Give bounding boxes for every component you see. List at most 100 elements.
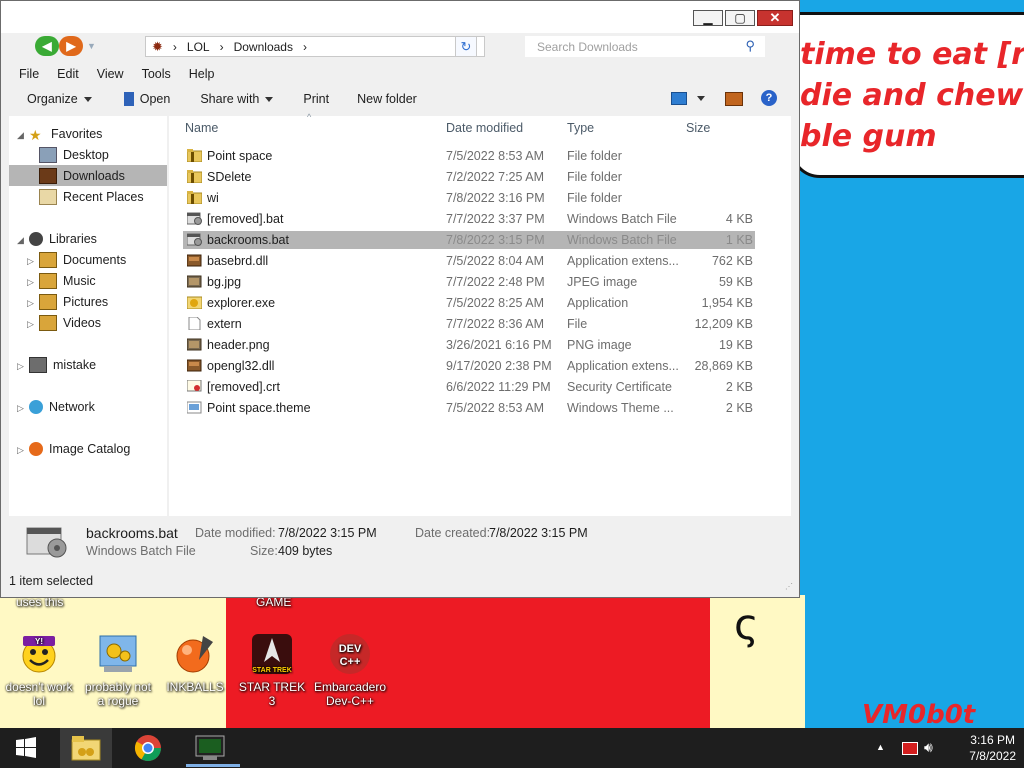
nav-downloads[interactable]: Downloads <box>9 165 167 186</box>
file-row[interactable]: [removed].crt 6/6/2022 11:29 PM Security C… <box>183 378 755 396</box>
file-row[interactable]: Point space 7/5/2022 8:53 AM File folder <box>183 147 755 165</box>
expand-icon[interactable]: ▷ <box>17 361 24 372</box>
file-row[interactable]: SDelete 7/2/2022 7:25 AM File folder <box>183 168 755 186</box>
menu-view[interactable]: View <box>87 67 132 81</box>
expand-icon[interactable]: ▷ <box>27 277 34 288</box>
file-row[interactable]: wi 7/8/2022 3:16 PM File folder <box>183 189 755 207</box>
menu-help[interactable]: Help <box>179 67 223 81</box>
nav-pictures[interactable]: Pictures <box>39 291 108 312</box>
desktop-icon-inkballs[interactable]: INKBALLS <box>157 632 233 694</box>
refresh-button[interactable]: ↻ <box>455 36 477 57</box>
file-date-modified: 9/17/2020 2:38 PM <box>446 359 552 373</box>
address-bar[interactable]: ✹ › LOL › Downloads › ▼ <box>145 36 485 57</box>
close-button[interactable]: ✕ <box>757 10 793 26</box>
start-button[interactable] <box>0 728 52 768</box>
file-type: Windows Batch File <box>567 212 677 226</box>
desktop-icon-star-trek[interactable]: STAR TREK STAR TREK 3 <box>234 632 310 708</box>
nav-mistake[interactable]: mistake <box>29 354 96 375</box>
file-row[interactable]: explorer.exe 7/5/2022 8:25 AM Application 1… <box>183 294 755 312</box>
menu-file[interactable]: File <box>1 67 47 81</box>
maximize-button[interactable]: ▢ <box>725 10 755 26</box>
status-bar-text: 1 item selected <box>9 574 94 588</box>
print-button[interactable]: Print <box>287 92 343 106</box>
show-hidden-icons-icon[interactable]: ▲ <box>876 742 885 752</box>
music-icon <box>39 272 57 289</box>
file-row[interactable]: header.png 3/26/2021 6:16 PM PNG image 19 K… <box>183 336 755 354</box>
expand-icon[interactable]: ▷ <box>17 403 24 414</box>
preview-pane-icon[interactable] <box>725 92 743 106</box>
libraries-icon <box>29 231 43 246</box>
file-row[interactable]: Point space.theme 7/5/2022 8:53 AM Windows… <box>183 399 755 417</box>
expand-icon[interactable]: ▷ <box>27 256 34 267</box>
resize-grip-icon[interactable]: ⋰ <box>785 582 793 591</box>
collapse-icon[interactable]: ◢ <box>17 130 24 141</box>
nav-libraries[interactable]: Libraries <box>29 228 97 249</box>
share-with-button[interactable]: Share with <box>184 92 287 106</box>
view-options-chevron-icon[interactable] <box>697 96 705 101</box>
nav-videos[interactable]: Videos <box>39 312 101 333</box>
taskbar-chrome[interactable] <box>122 728 174 768</box>
nav-recent-places[interactable]: Recent Places <box>39 186 144 207</box>
nav-music[interactable]: Music <box>39 270 96 291</box>
search-input[interactable]: Search Downloads ⚲ <box>525 36 765 57</box>
nav-favorites[interactable]: ★ Favorites <box>29 123 102 144</box>
flag-icon[interactable] <box>902 742 918 755</box>
title-bar[interactable]: ▁ ▢ ✕ <box>1 1 799 33</box>
file-row[interactable]: [removed].bat 7/7/2022 3:37 PM Windows Bat… <box>183 210 755 228</box>
file-date-modified: 7/5/2022 8:25 AM <box>446 296 544 310</box>
forward-arrow-icon[interactable]: ▶ <box>59 36 83 56</box>
taskbar-terminal[interactable] <box>184 728 236 768</box>
column-header-date[interactable]: Date modified <box>446 121 523 135</box>
back-arrow-icon[interactable]: ◀ <box>35 36 59 56</box>
change-view-icon[interactable] <box>671 92 687 105</box>
file-type: Security Certificate <box>567 380 672 394</box>
expand-icon[interactable]: ▷ <box>27 319 34 330</box>
file-type: Windows Theme ... <box>567 401 674 415</box>
menu-tools[interactable]: Tools <box>132 67 179 81</box>
file-row[interactable]: bg.jpg 7/7/2022 2:48 PM JPEG image 59 KB <box>183 273 755 291</box>
file-row[interactable]: extern 7/7/2022 8:36 AM File 12,209 KB <box>183 315 755 333</box>
file-row[interactable]: basebrd.dll 7/5/2022 8:04 AM Application e… <box>183 252 755 270</box>
nav-network[interactable]: Network <box>29 396 95 417</box>
desktop-icon-gear-app[interactable]: probably not a rogue <box>80 632 156 708</box>
column-header-name[interactable]: Name <box>185 121 218 135</box>
file-name: backrooms.bat <box>207 233 289 247</box>
documents-icon <box>39 251 57 268</box>
minimize-button[interactable]: ▁ <box>693 10 723 26</box>
volume-icon[interactable]: 🔊︎ <box>924 739 933 756</box>
help-icon[interactable]: ? <box>761 90 777 106</box>
expand-icon[interactable]: ▷ <box>17 445 24 456</box>
recent-pages-icon[interactable]: ▼ <box>87 41 96 51</box>
devcpp-icon: DEV C++ <box>328 632 372 676</box>
desktop-icon-yahoo[interactable]: Y! doesn't work lol <box>1 632 77 708</box>
desktop-icon-label: STAR TREK 3 <box>238 680 306 708</box>
wallpaper-sign-text: time to eat [removed] die and chew ble g… <box>800 37 1024 154</box>
expand-icon[interactable]: ▷ <box>27 298 34 309</box>
breadcrumb-downloads[interactable]: Downloads <box>234 40 293 54</box>
file-name: SDelete <box>207 170 252 184</box>
dll-file-icon <box>186 254 202 267</box>
desktop-icon-devcpp[interactable]: DEV C++ Embarcadero Dev-C++ <box>312 632 388 708</box>
file-row[interactable]: opengl32.dll 9/17/2020 2:38 PM Application… <box>183 357 755 375</box>
collapse-icon[interactable]: ◢ <box>17 235 24 246</box>
search-icon[interactable]: ⚲ <box>745 38 755 54</box>
file-date-modified: 7/2/2022 7:25 AM <box>446 170 544 184</box>
details-date-modified-label: Date modified: <box>195 526 276 540</box>
recent-places-icon <box>39 188 57 205</box>
file-row[interactable]: backrooms.bat 7/8/2022 3:15 PM Windows Bat… <box>183 231 755 249</box>
breadcrumb-lol[interactable]: LOL <box>187 40 210 54</box>
nav-desktop[interactable]: Desktop <box>39 144 109 165</box>
organize-button[interactable]: Organize <box>9 92 106 106</box>
clock[interactable]: 3:16 PM 7/8/2022 <box>969 732 1016 764</box>
explorer-window: ▁ ▢ ✕ ◀ ▶ ▼ ✹ › LOL › Downloads › ▼ ↻ Se… <box>0 0 800 598</box>
open-button[interactable]: Open <box>106 92 185 106</box>
nav-image-catalog[interactable]: Image Catalog <box>29 438 130 459</box>
nav-documents[interactable]: Documents <box>39 249 126 270</box>
new-folder-button[interactable]: New folder <box>343 92 431 106</box>
menu-edit[interactable]: Edit <box>47 67 87 81</box>
file-explorer-icon <box>71 736 101 761</box>
taskbar-file-explorer[interactable] <box>60 728 112 768</box>
batch-file-icon <box>186 212 202 225</box>
column-header-type[interactable]: Type <box>567 121 594 135</box>
column-header-size[interactable]: Size <box>686 121 710 135</box>
